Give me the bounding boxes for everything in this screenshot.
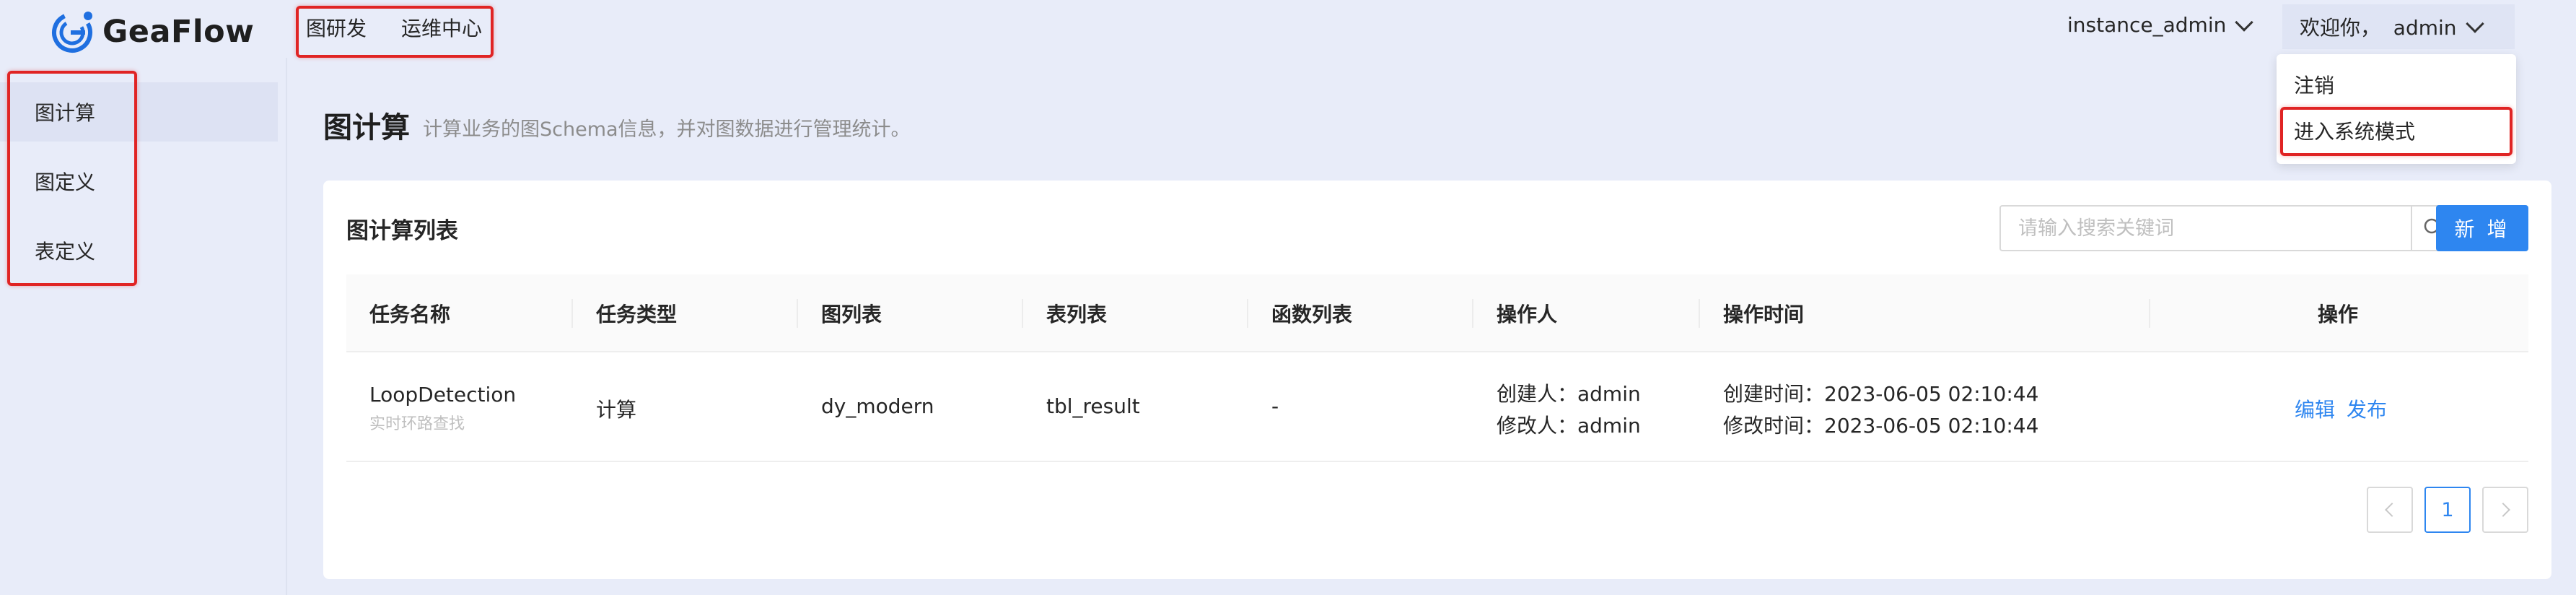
modify-time: 修改时间：2023-06-05 02:10:44 (1723, 414, 2039, 438)
column-header-actions: 操作 (2318, 303, 2359, 326)
table-list: tbl_result (1046, 394, 1140, 418)
task-description: 实时环路查找 (369, 415, 465, 433)
column-divider (1247, 299, 1248, 328)
task-type: 计算 (596, 398, 637, 422)
card-title: 图计算列表 (346, 218, 458, 244)
search-input[interactable] (2001, 207, 2411, 250)
column-header-functions: 函数列表 (1271, 303, 1353, 326)
graph-compute-list-card: 图计算列表 新 增 任务名称 任务类型 图列表 表列表 函数列表 操作人 操作时… (323, 181, 2551, 579)
chevron-down-icon (2235, 12, 2254, 32)
chevron-down-icon (2465, 14, 2484, 33)
column-divider (797, 299, 798, 328)
column-header-operator: 操作人 (1497, 303, 1558, 326)
app-name: GeaFlow (102, 14, 255, 50)
user-dropdown-menu: 注销 进入系统模式 (2277, 54, 2516, 164)
column-header-graphs: 图列表 (821, 303, 882, 326)
table-row: LoopDetection 实时环路查找 计算 dy_modern tbl_re… (346, 354, 2528, 462)
menu-item-system-mode[interactable]: 进入系统模式 (2294, 116, 2415, 145)
sidebar-item-table-definition[interactable]: 表定义 (0, 221, 278, 280)
column-header-operate-time: 操作时间 (1723, 303, 1805, 326)
column-divider (1699, 299, 1700, 328)
operate-time-cell: 创建时间：2023-06-05 02:10:44 修改时间：2023-06-05… (1723, 378, 2038, 442)
search-box (1999, 205, 2457, 251)
graph-list: dy_modern (821, 394, 934, 418)
sidebar-item-graph-compute[interactable]: 图计算 (0, 82, 278, 142)
menu-item-logout[interactable]: 注销 (2294, 70, 2334, 99)
column-header-task-type: 任务类型 (596, 303, 678, 326)
nav-graph-dev[interactable]: 图研发 (306, 13, 367, 42)
modifier: 修改人：admin (1497, 414, 1641, 438)
function-list: - (1271, 394, 1279, 418)
column-divider (1022, 299, 1023, 328)
column-divider (571, 299, 573, 328)
edit-link[interactable]: 编辑 (2295, 394, 2335, 423)
top-bar: GeaFlow 图研发 运维中心 instance_admin 欢迎你， adm… (0, 0, 2576, 58)
add-button[interactable]: 新 增 (2436, 205, 2528, 251)
publish-link[interactable]: 发布 (2347, 394, 2387, 423)
column-divider (1472, 299, 1473, 328)
column-divider (2149, 299, 2150, 328)
task-name-cell: LoopDetection 实时环路查找 (369, 383, 516, 434)
app-logo[interactable]: GeaFlow (51, 9, 254, 55)
chevron-right-icon (2496, 503, 2510, 517)
operator-cell: 创建人：admin 修改人：admin (1497, 378, 1641, 442)
user-menu-trigger[interactable]: 欢迎你， admin (2282, 4, 2515, 49)
column-header-tables: 表列表 (1046, 303, 1108, 326)
top-nav: 图研发 运维中心 (306, 13, 482, 42)
prev-page-button[interactable] (2367, 487, 2413, 533)
creator: 创建人：admin (1497, 382, 1641, 406)
next-page-button[interactable] (2482, 487, 2528, 533)
sidebar-item-graph-definition[interactable]: 图定义 (0, 152, 278, 211)
welcome-text: 欢迎你， admin (2300, 16, 2457, 40)
actions-cell: 编辑 发布 (2295, 394, 2387, 423)
page-number-button[interactable]: 1 (2424, 487, 2471, 533)
sidebar: 图计算 图定义 表定义 (0, 58, 287, 595)
nav-ops-center[interactable]: 运维中心 (401, 13, 482, 42)
task-name: LoopDetection (369, 383, 517, 407)
instance-selector[interactable]: instance_admin (2067, 12, 2254, 37)
page-description: 计算业务的图Schema信息，并对图数据进行管理统计。 (423, 118, 911, 141)
page-title: 图计算 (323, 111, 410, 144)
instance-name: instance_admin (2067, 13, 2227, 37)
table-header: 任务名称 任务类型 图列表 表列表 函数列表 操作人 操作时间 操作 (346, 274, 2528, 352)
create-time: 创建时间：2023-06-05 02:10:44 (1723, 382, 2039, 406)
chevron-left-icon (2385, 503, 2399, 517)
column-header-task-name: 任务名称 (369, 303, 451, 326)
geaflow-logo-icon (52, 12, 92, 53)
